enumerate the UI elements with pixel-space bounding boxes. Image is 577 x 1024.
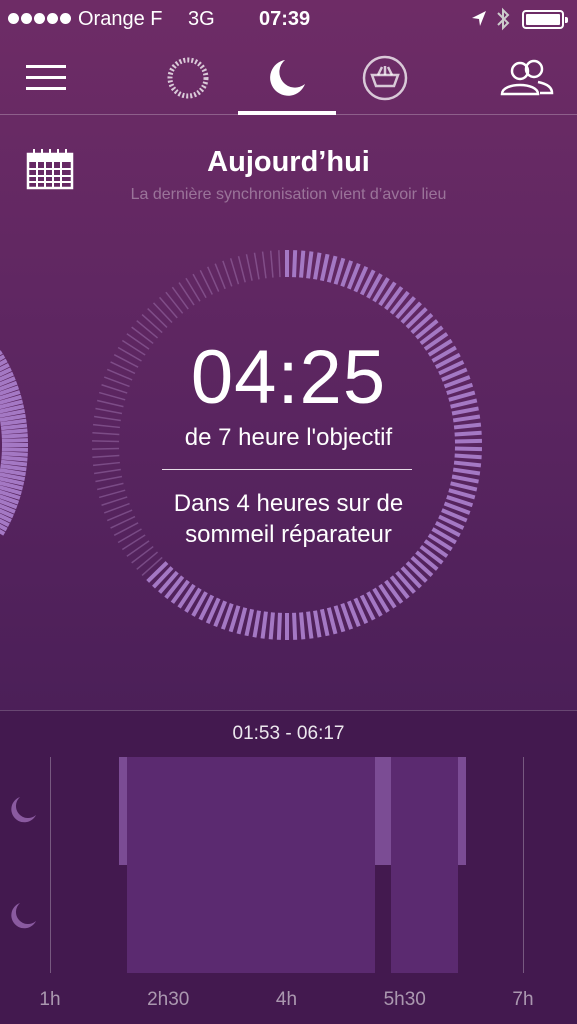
deep-sleep-bar <box>127 757 375 973</box>
x-axis-tick-label: 1h <box>39 989 61 1010</box>
goal-ring-tick <box>333 257 346 285</box>
friends-button[interactable] <box>494 40 558 115</box>
goal-ring-tick <box>98 489 126 499</box>
menu-button[interactable] <box>20 40 72 115</box>
goal-ring-tick <box>92 461 120 467</box>
goal-ring-tick <box>253 252 260 280</box>
total-sleep-time: 04:25 <box>190 335 387 420</box>
goal-ring-tick <box>103 502 130 514</box>
goal-ring-tick <box>451 474 479 484</box>
goal-ring-tick <box>454 453 482 460</box>
goal-ring-tick <box>152 302 173 324</box>
light-sleep-moon-icon <box>11 797 37 823</box>
goal-ring-tick <box>333 605 346 633</box>
x-axis-tick-label: 5h30 <box>383 989 426 1010</box>
goal-ring-tick <box>214 263 226 290</box>
goal-ring-tick <box>171 286 189 310</box>
sleep-time-range: 01:53 - 06:17 <box>232 723 345 744</box>
light-sleep-bar <box>458 757 467 865</box>
summary-divider <box>162 469 412 470</box>
tab-activity[interactable] <box>160 40 216 115</box>
goal-ring-tick <box>292 612 298 640</box>
goal-ring-tick <box>299 612 306 640</box>
goal-ring-tick <box>178 282 195 306</box>
location-arrow-icon <box>472 11 486 26</box>
goal-ring-tick <box>313 610 322 638</box>
goal-ring-tick <box>95 475 123 483</box>
goal-ring-tick <box>319 608 330 637</box>
goal-ring-tick <box>278 250 281 278</box>
goal-ring-tick <box>326 255 338 283</box>
light-sleep-bar <box>374 757 391 865</box>
light-sleep-bar <box>119 757 128 865</box>
goal-ring-tick <box>261 251 267 279</box>
meal-bowl-icon <box>362 55 408 100</box>
goal-ring-tick <box>245 254 253 281</box>
carrier-name: Orange F <box>78 8 163 30</box>
active-tab-indicator <box>238 111 336 115</box>
goal-ring-tick <box>229 258 240 285</box>
goal-ring-tick <box>448 488 476 500</box>
goal-ring-tick <box>306 611 314 639</box>
goal-ring-tick <box>93 468 121 475</box>
goal-ring-tick <box>244 608 255 637</box>
previous-ring-tick <box>1 455 28 462</box>
tab-meal[interactable] <box>356 40 414 115</box>
goal-ring-tick <box>319 253 330 282</box>
x-axis-tick-label: 4h <box>275 989 298 1010</box>
hamburger-icon <box>26 64 66 90</box>
goal-ring-tick <box>269 250 274 278</box>
goal-ring-tick <box>268 612 275 640</box>
sleep-chart[interactable]: 01:53 - 06:17 1h 2h30 4h 5h30 7h <box>0 710 577 1024</box>
battery-icon <box>522 10 568 29</box>
goal-ring-tick <box>453 460 482 468</box>
goal-ring-tick <box>165 291 184 314</box>
goal-ring-tick <box>141 313 163 334</box>
x-axis-tick-label: 7h <box>512 989 534 1010</box>
status-time: 07:39 <box>259 8 311 30</box>
top-nav <box>0 40 577 115</box>
goal-ring-tick <box>452 467 481 476</box>
goal-ring-tick <box>237 255 246 283</box>
goal-ring-tick <box>228 605 241 633</box>
goal-ring-tick <box>101 496 128 506</box>
previous-ring-tick <box>1 451 28 457</box>
goal-ring-tick <box>136 551 159 570</box>
tab-sleep[interactable] <box>238 40 336 115</box>
goal-ring-tick <box>306 251 314 279</box>
goal-ring-tick <box>276 612 282 640</box>
friends-icon <box>500 59 554 95</box>
goal-ring-tick <box>222 260 233 287</box>
goal-ring-tick <box>292 250 298 278</box>
goal-ring-tick <box>260 611 268 639</box>
goal-ring-tick <box>313 252 322 280</box>
goal-ring-tick <box>147 308 168 328</box>
goal-ring-tick <box>299 250 306 278</box>
deep-sleep-moon-icon <box>11 903 37 929</box>
chart-gridline <box>523 757 524 973</box>
status-bar: Orange F 3G 07:39 <box>0 0 577 40</box>
signal-strength-icon <box>8 13 71 24</box>
deep-sleep-summary: Dans 4 heures sur de sommeil réparateur <box>173 490 404 548</box>
goal-ring-tick <box>92 454 120 458</box>
goal-ring-tick <box>450 481 478 492</box>
previous-ring-tick <box>0 459 28 467</box>
network-type: 3G <box>188 8 215 30</box>
deep-sleep-bar <box>390 757 459 973</box>
activity-ring-icon <box>167 57 209 98</box>
goal-ring-tick <box>159 296 178 319</box>
goal-ring-tick <box>96 482 124 491</box>
goal-ring-tick <box>252 610 261 638</box>
page-title: Aujourd’hui <box>207 146 370 178</box>
chart-gridline <box>50 757 51 973</box>
goal-ring-tick <box>326 607 338 635</box>
bluetooth-icon <box>497 7 510 31</box>
goal-label: de 7 heure l'objectif <box>184 424 393 451</box>
moon-icon <box>270 59 305 96</box>
goal-ring-tick <box>236 607 248 635</box>
sync-status: La dernière synchronisation vient d’avoi… <box>130 186 447 203</box>
x-axis-tick-label: 2h30 <box>147 989 190 1010</box>
